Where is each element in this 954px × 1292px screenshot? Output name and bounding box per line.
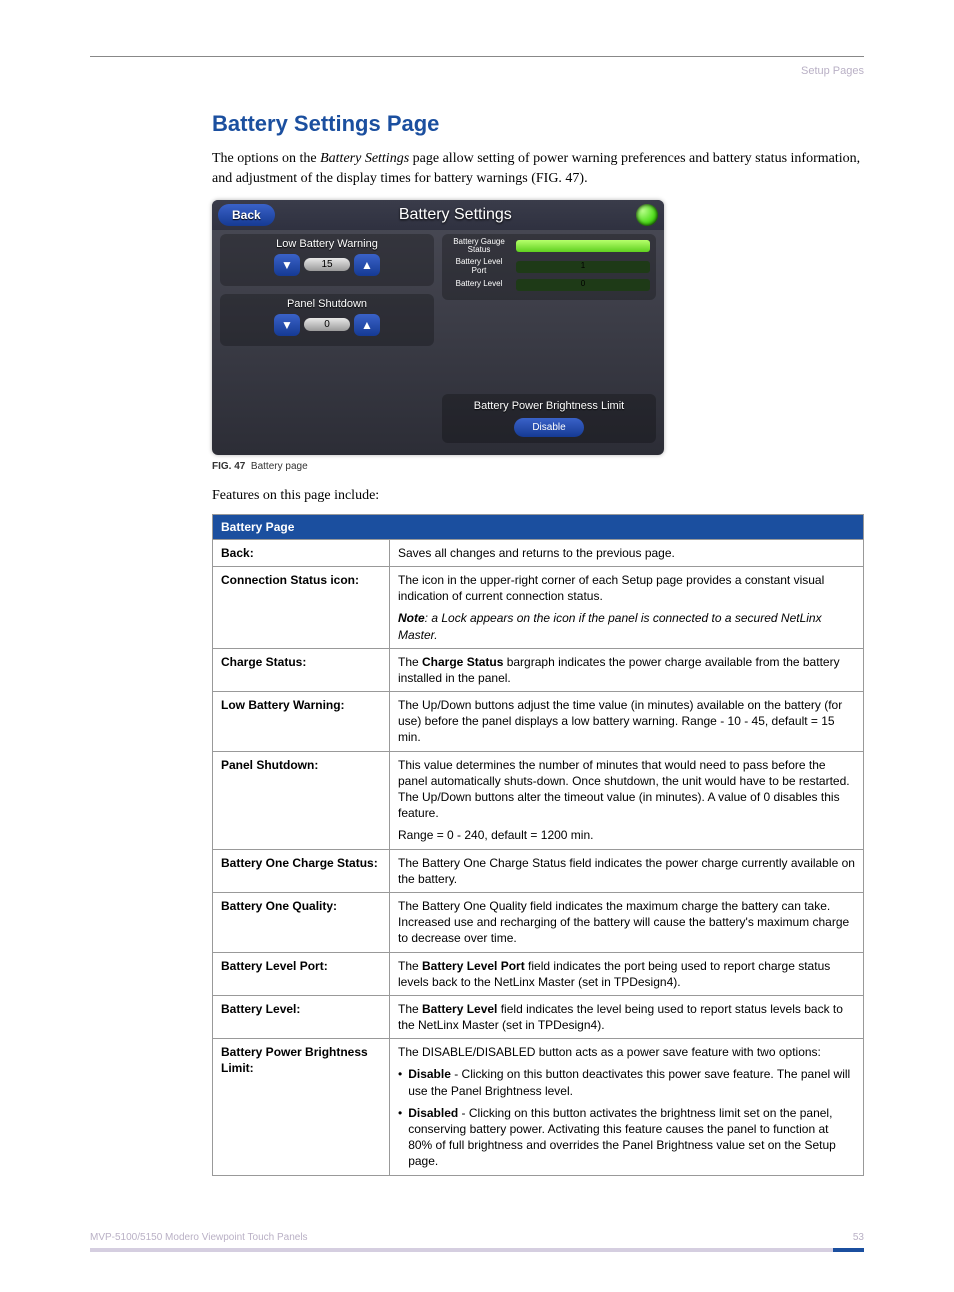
table-row-label: Charge Status: [213, 648, 390, 691]
low-battery-stepper[interactable]: ▼ 15 ▲ [226, 254, 428, 276]
down-icon[interactable]: ▼ [274, 314, 300, 336]
table-row-label: Battery One Quality: [213, 892, 390, 952]
panel-title: Battery Settings [281, 206, 630, 224]
up-icon[interactable]: ▲ [354, 254, 380, 276]
footer-doc: MVP-5100/5150 Modero Viewpoint Touch Pan… [90, 1232, 308, 1243]
low-battery-label: Low Battery Warning [226, 238, 428, 250]
down-icon[interactable]: ▼ [274, 254, 300, 276]
table-row-content: The Battery One Charge Status field indi… [390, 849, 864, 892]
table-row-label: Battery Level: [213, 995, 390, 1038]
table-row-label: Battery One Charge Status: [213, 849, 390, 892]
table-row-content: The DISABLE/DISABLED button acts as a po… [390, 1039, 864, 1175]
table-row-content: The Battery Level Port field indicates t… [390, 952, 864, 995]
table-row-label: Connection Status icon: [213, 566, 390, 648]
table-row-content: This value determines the number of minu… [390, 751, 864, 849]
battery-level-label: Battery Level [448, 280, 510, 289]
table-row-content: The Battery One Quality field indicates … [390, 892, 864, 952]
table-row-label: Battery Power Brightness Limit: [213, 1039, 390, 1175]
table-row-content: The Up/Down buttons adjust the time valu… [390, 692, 864, 752]
table-header: Battery Page [213, 514, 864, 539]
table-row-content: The Battery Level field indicates the le… [390, 995, 864, 1038]
table-row-content: The Charge Status bargraph indicates the… [390, 648, 864, 691]
intro-paragraph: The options on the Battery Settings page… [212, 149, 864, 190]
shutdown-label: Panel Shutdown [226, 298, 428, 310]
header-section: Setup Pages [90, 65, 864, 77]
table-row-label: Panel Shutdown: [213, 751, 390, 849]
battery-settings-screenshot: Back Battery Settings Low Battery Warnin… [212, 200, 664, 455]
level-port-label: Battery Level Port [448, 258, 510, 276]
footer-page: 53 [853, 1232, 864, 1243]
connection-status-icon [636, 204, 658, 226]
shutdown-stepper[interactable]: ▼ 0 ▲ [226, 314, 428, 336]
bpl-title: Battery Power Brightness Limit [448, 400, 650, 412]
shutdown-value: 0 [304, 318, 350, 331]
features-table: Battery Page Back:Saves all changes and … [212, 514, 864, 1176]
page-title: Battery Settings Page [212, 111, 864, 137]
low-battery-value: 15 [304, 258, 350, 271]
table-row-label: Low Battery Warning: [213, 692, 390, 752]
features-intro: Features on this page include: [212, 488, 864, 504]
table-row-label: Battery Level Port: [213, 952, 390, 995]
disable-button[interactable]: Disable [514, 418, 583, 437]
gauge-status-label: Battery Gauge Status [448, 238, 510, 256]
figure-caption: FIG. 47 Battery page [212, 461, 864, 472]
table-row-label: Back: [213, 539, 390, 566]
back-button[interactable]: Back [218, 204, 275, 226]
table-row-content: The icon in the upper-right corner of ea… [390, 566, 864, 648]
level-port-value: 1 [516, 261, 650, 270]
battery-level-value: 0 [516, 279, 650, 288]
table-row-content: Saves all changes and returns to the pre… [390, 539, 864, 566]
up-icon[interactable]: ▲ [354, 314, 380, 336]
